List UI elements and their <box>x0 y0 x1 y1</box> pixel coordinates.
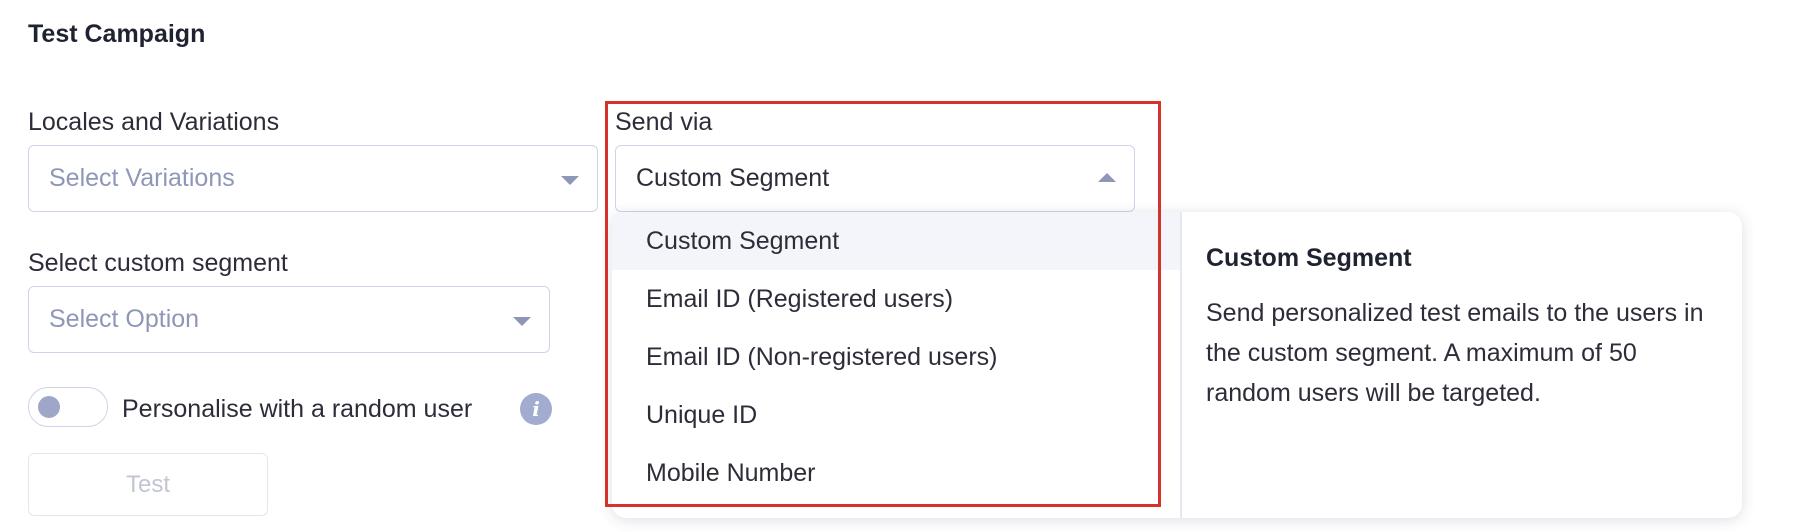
personalise-label: Personalise with a random user <box>122 395 473 423</box>
option-email-non-registered[interactable]: Email ID (Non-registered users) <box>612 328 1180 386</box>
chevron-up-icon <box>1098 172 1116 182</box>
personalise-toggle[interactable] <box>28 387 108 427</box>
send-via-options: Custom Segment Email ID (Registered user… <box>612 212 1180 502</box>
description-title: Custom Segment <box>1206 244 1412 272</box>
section-title: Test Campaign <box>28 20 206 48</box>
toggle-knob <box>38 396 60 418</box>
send-via-value: Custom Segment <box>636 164 830 192</box>
option-custom-segment[interactable]: Custom Segment <box>612 212 1180 270</box>
send-via-label: Send via <box>615 108 713 136</box>
test-button[interactable]: Test <box>28 453 268 516</box>
chevron-down-icon <box>561 175 579 185</box>
locales-placeholder: Select Variations <box>49 164 235 192</box>
option-email-registered[interactable]: Email ID (Registered users) <box>612 270 1180 328</box>
description-body: Send personalized test emails to the use… <box>1206 299 1704 407</box>
send-via-dropdown: Custom Segment Email ID (Registered user… <box>612 212 1742 518</box>
chevron-down-icon <box>513 316 531 326</box>
option-mobile-number[interactable]: Mobile Number <box>612 444 1180 502</box>
segment-select[interactable]: Select Option <box>28 286 550 353</box>
locales-label: Locales and Variations <box>28 108 280 136</box>
segment-placeholder: Select Option <box>49 305 200 333</box>
test-campaign-page: Test Campaign Locales and Variations Sel… <box>0 0 1818 532</box>
option-unique-id[interactable]: Unique ID <box>612 386 1180 444</box>
locales-select[interactable]: Select Variations <box>28 145 598 212</box>
dropdown-divider <box>1180 212 1182 518</box>
send-via-select[interactable]: Custom Segment <box>615 145 1135 212</box>
option-description: Custom Segment Send personalized test em… <box>1206 244 1706 413</box>
info-icon[interactable]: i <box>520 393 552 425</box>
segment-label: Select custom segment <box>28 249 288 277</box>
